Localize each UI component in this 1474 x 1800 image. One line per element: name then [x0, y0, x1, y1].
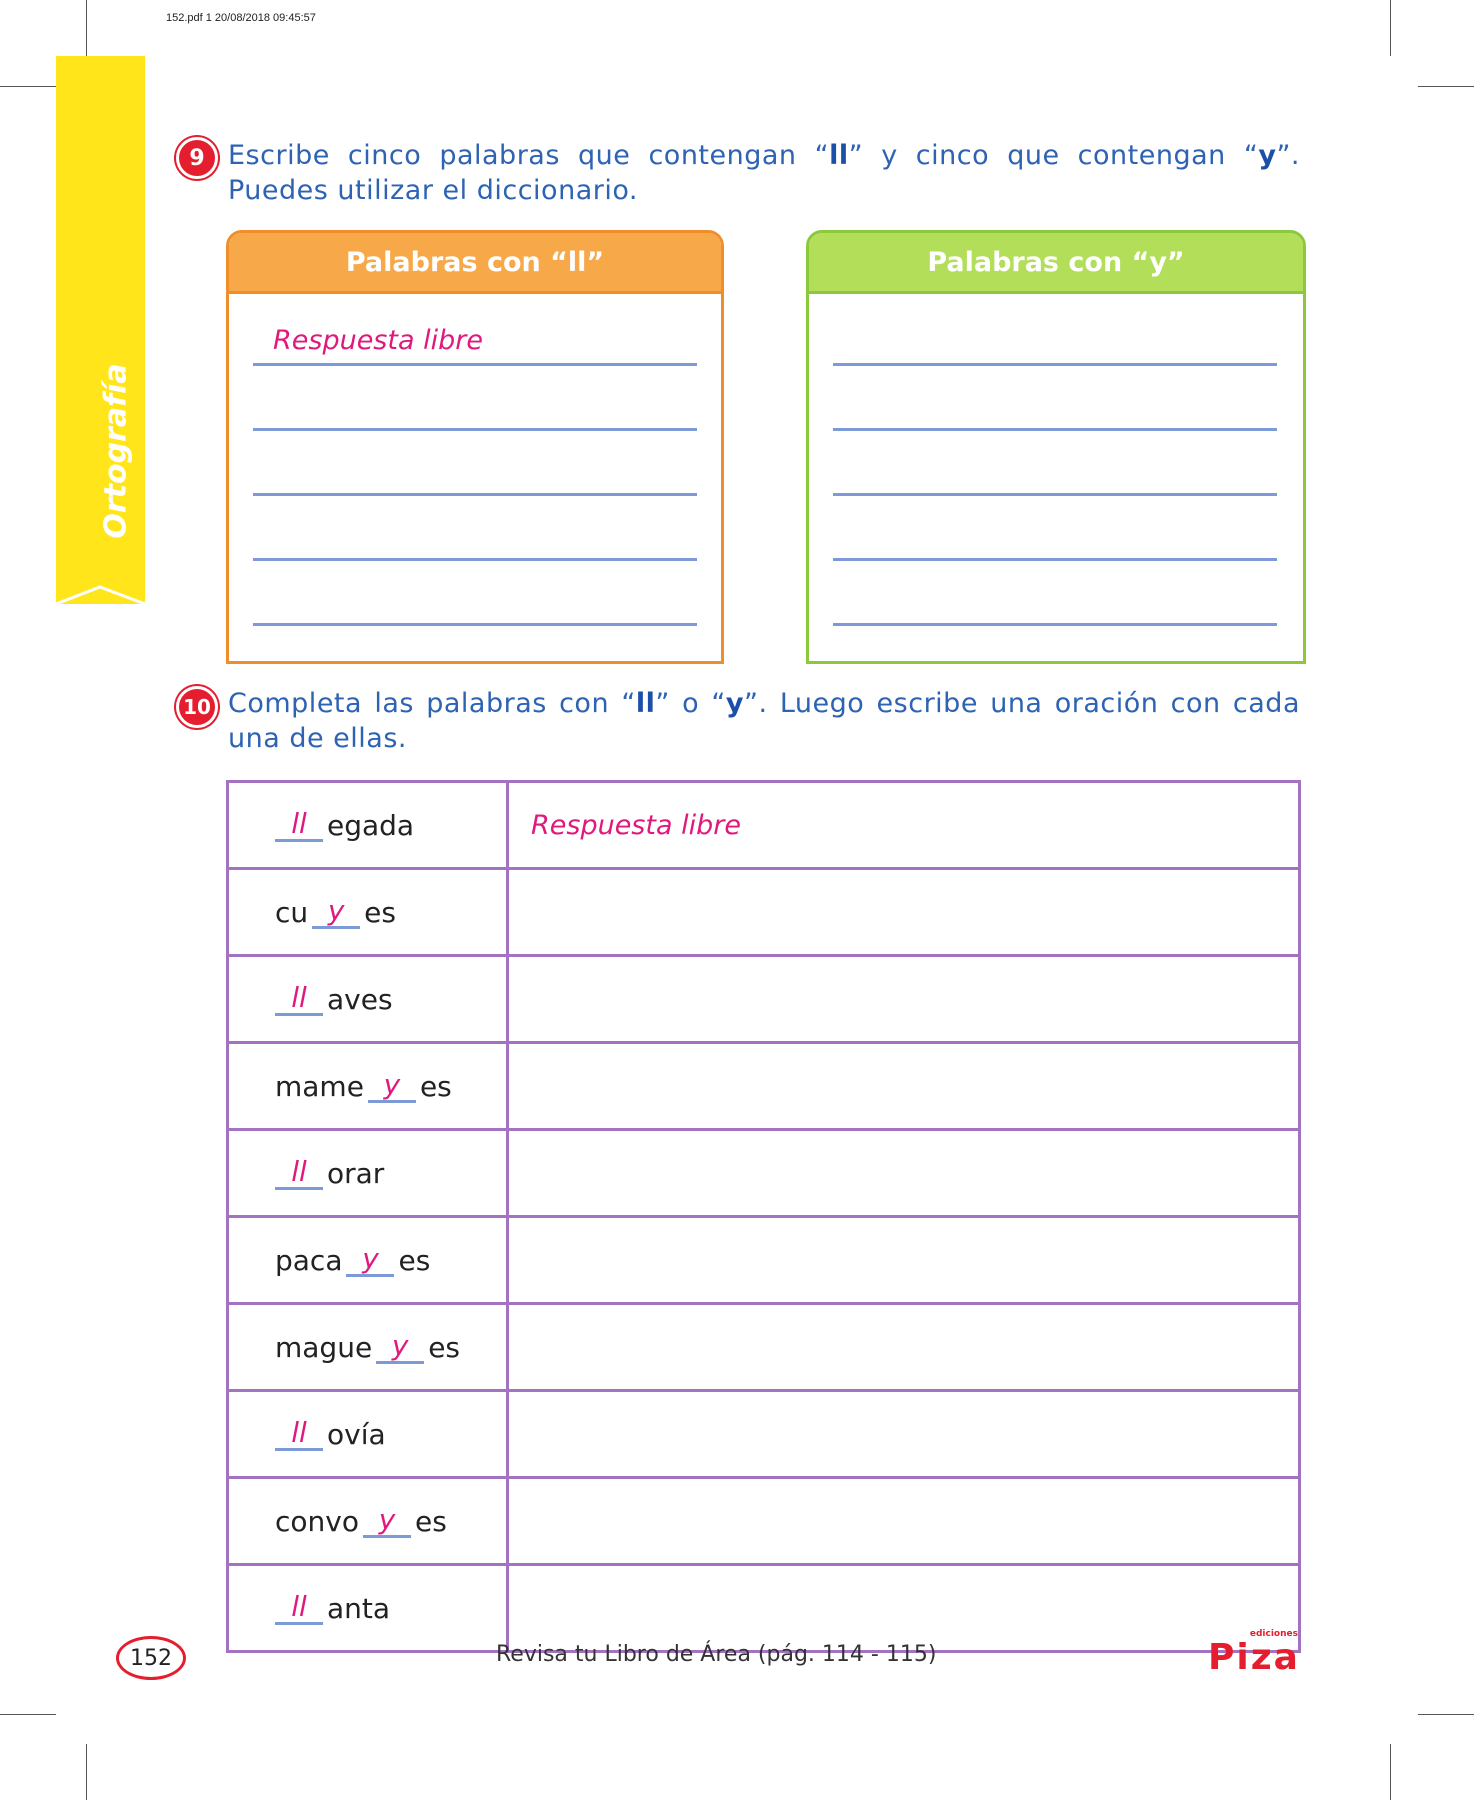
fill-blank[interactable]: y [362, 1504, 411, 1538]
sentence-cell[interactable]: Respuesta libre [506, 780, 1301, 870]
word-prefix: convo [275, 1504, 359, 1538]
word-suffix: es [398, 1243, 431, 1277]
sentence-cell[interactable] [506, 1563, 1301, 1653]
sentence-cell[interactable] [506, 1041, 1301, 1131]
side-tab: Ortografía [56, 56, 145, 604]
writing-line[interactable] [253, 558, 697, 561]
sentence-cell[interactable] [506, 1389, 1301, 1479]
word-cell: ll orar [226, 1128, 509, 1218]
box-ll-answer: Respuesta libre [273, 325, 483, 356]
word-suffix: anta [327, 1591, 391, 1625]
word-suffix: aves [327, 982, 393, 1016]
table-row: mague y es [226, 1302, 1301, 1392]
table-row: paca y es [226, 1215, 1301, 1305]
fill-blank[interactable]: ll [275, 982, 323, 1016]
writing-line[interactable] [833, 428, 1277, 431]
crop-mark [0, 86, 56, 87]
table-row: ll orar [226, 1128, 1301, 1218]
word-prefix: cu [275, 895, 309, 929]
sentence-cell[interactable] [506, 1302, 1301, 1392]
table-row: convo y es [226, 1476, 1301, 1566]
fill-blank[interactable]: y [312, 895, 361, 929]
word-cell: ll egada [226, 780, 509, 870]
fill-blank[interactable]: ll [275, 808, 323, 842]
word-suffix: es [419, 1069, 452, 1103]
table-row: ll anta [226, 1563, 1301, 1653]
fill-blank[interactable]: ll [275, 1156, 323, 1190]
word-cell: convo y es [226, 1476, 509, 1566]
writing-line[interactable] [833, 493, 1277, 496]
crop-mark [1390, 1744, 1391, 1800]
word-cell: paca y es [226, 1215, 509, 1305]
question-9-number: 9 [176, 137, 218, 179]
crop-mark [1418, 86, 1474, 87]
table-row: ll egada Respuesta libre [226, 780, 1301, 870]
question-10-number: 10 [176, 686, 218, 728]
word-prefix: paca [275, 1243, 343, 1277]
writing-line[interactable] [253, 428, 697, 431]
fill-blank[interactable]: y [346, 1243, 395, 1277]
sentence-cell[interactable] [506, 1128, 1301, 1218]
writing-line[interactable] [833, 558, 1277, 561]
crop-mark [0, 1714, 56, 1715]
writing-line[interactable] [253, 363, 697, 366]
table-row: cu y es [226, 867, 1301, 957]
word-prefix: mague [275, 1330, 373, 1364]
word-cell: cu y es [226, 867, 509, 957]
fill-blank[interactable]: y [376, 1330, 425, 1364]
word-suffix: ovía [327, 1417, 386, 1451]
sentence-cell[interactable] [506, 1476, 1301, 1566]
writing-line[interactable] [253, 623, 697, 626]
table-row: ll ovía [226, 1389, 1301, 1479]
word-cell: mague y es [226, 1302, 509, 1392]
word-cell: mame y es [226, 1041, 509, 1131]
word-suffix: orar [327, 1156, 385, 1190]
fill-blank[interactable]: ll [275, 1591, 323, 1625]
fill-blank[interactable]: y [367, 1069, 416, 1103]
sentence-cell[interactable] [506, 867, 1301, 957]
question-9-instruction: Escribe cinco palabras que contengan “ll… [228, 140, 1301, 206]
box-palabras-ll: Palabras con “ll” Respuesta libre [226, 230, 724, 664]
page-number: 152 [116, 1636, 186, 1680]
logo-text: Piza [1208, 1637, 1300, 1678]
box-y-title: Palabras con “y” [809, 233, 1303, 294]
table-row: mame y es [226, 1041, 1301, 1131]
word-suffix: es [414, 1504, 447, 1538]
crop-mark [1418, 1714, 1474, 1715]
word-suffix: es [428, 1330, 461, 1364]
word-cell: ll aves [226, 954, 509, 1044]
crop-mark [86, 1744, 87, 1800]
table-row: ll aves [226, 954, 1301, 1044]
crop-mark [86, 0, 87, 56]
word-suffix: egada [327, 808, 415, 842]
writing-line[interactable] [253, 493, 697, 496]
fill-blank[interactable]: ll [275, 1417, 323, 1451]
sentence-cell[interactable] [506, 1215, 1301, 1305]
publisher-logo: ediciones Piza [1208, 1629, 1300, 1678]
logo-subtitle: ediciones [1249, 1629, 1298, 1639]
question-10-instruction: Completa las palabras con “ll” o “y”. Lu… [228, 688, 1300, 754]
box-palabras-y: Palabras con “y” [806, 230, 1306, 664]
sentence-answer: Respuesta libre [531, 809, 741, 841]
side-tab-label: Ortografía [98, 363, 134, 539]
completion-table: ll egada Respuesta libre cu y es ll aves mame y es… [226, 780, 1301, 1653]
writing-line[interactable] [833, 623, 1277, 626]
word-prefix: mame [275, 1069, 364, 1103]
word-cell: ll ovía [226, 1389, 509, 1479]
print-header: 152.pdf 1 20/08/2018 09:45:57 [166, 12, 316, 24]
crop-mark [1390, 0, 1391, 56]
writing-line[interactable] [833, 363, 1277, 366]
word-suffix: es [364, 895, 396, 929]
footer-reference: Revisa tu Libro de Área (pág. 114 - 115) [496, 1642, 937, 1667]
word-cell: ll anta [226, 1563, 509, 1653]
box-ll-title: Palabras con “ll” [229, 233, 721, 294]
sentence-cell[interactable] [506, 954, 1301, 1044]
